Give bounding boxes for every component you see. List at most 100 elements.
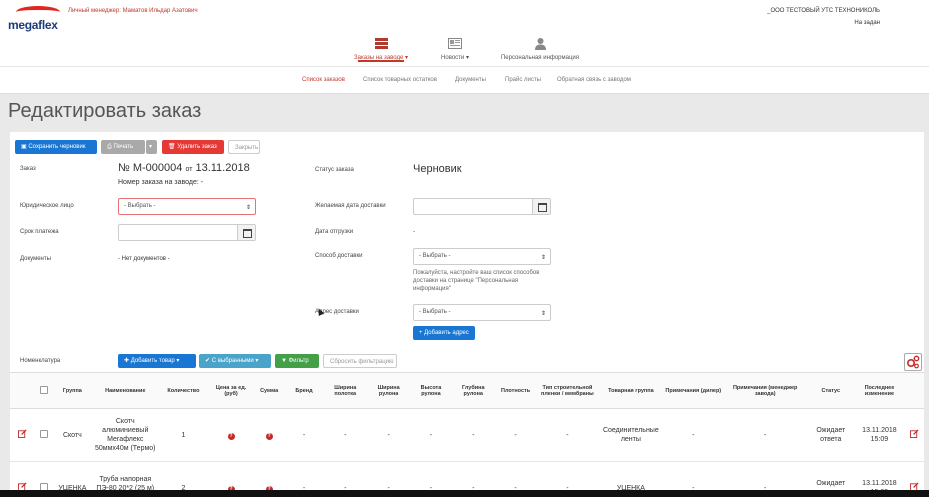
payment-term-label: Срок платежа <box>20 229 59 235</box>
select-arrows-icon: ⇕ <box>245 205 251 211</box>
user-icon <box>534 38 546 50</box>
add-item-button[interactable]: ✚ Добавить товар ▾ <box>118 354 196 368</box>
cell-membrane-type: - <box>536 408 599 462</box>
table-row: Скотч Скотч алюминиевый Мегафлекс 50ммх4… <box>10 408 924 462</box>
col-membrane-type[interactable]: Тип строительной пленки / мембраны <box>536 372 599 409</box>
chevron-down-icon: ▾ <box>149 144 153 150</box>
sub-navigation: Список заказов Список товарных остатков … <box>0 66 929 94</box>
megaflex-logo[interactable]: megaflex <box>8 6 62 36</box>
subnav-stock-list[interactable]: Список товарных остатков <box>363 77 437 83</box>
cell-group: Скотч <box>52 408 93 462</box>
reset-filter-button[interactable]: Сбросить фильтрацию <box>323 354 397 368</box>
order-label: Заказ <box>20 166 36 172</box>
delivery-method-hint: Пожалуйста, настройте ваш список способо… <box>413 270 540 292</box>
order-status-value: Черновик <box>413 163 462 175</box>
cell-width-roll: - <box>367 408 410 462</box>
cell-name: Скотч алюминиевый Мегафлекс 50ммх40м (Те… <box>92 408 159 462</box>
delivery-date-label: Желаемая дата доставки <box>315 203 386 209</box>
legal-entity-select[interactable]: - Выбрать - ⇕ <box>118 198 256 215</box>
cell-qty[interactable]: 1 <box>158 408 209 462</box>
save-draft-button[interactable]: ▣ Сохранить черновик <box>15 140 97 154</box>
select-arrows-icon: ⇕ <box>540 311 546 317</box>
col-density[interactable]: Плотность <box>494 372 537 409</box>
col-name[interactable]: Наименование <box>92 372 159 409</box>
nomenclature-label: Номенклатура <box>20 358 61 364</box>
question-icon: ? <box>265 432 273 440</box>
personal-manager-link[interactable]: Личный менеджер: Маматов Ильдар Азатович <box>68 8 198 14</box>
print-dropdown-button[interactable]: ▾ <box>146 140 157 154</box>
nav-orders[interactable]: Заказы на заводе ▾ <box>352 38 410 62</box>
col-brand[interactable]: Бренд <box>284 372 324 409</box>
order-edit-panel: ▣ Сохранить черновик ⎙ Печать ▾ 🗑 Удалит… <box>10 132 924 497</box>
cell-width-sheet: - <box>323 408 368 462</box>
col-last-changed[interactable]: Последнее изменение <box>854 372 905 409</box>
nav-orders-label: Заказы на заводе <box>354 55 404 61</box>
col-qty[interactable]: Количество <box>158 372 209 409</box>
cell-height-roll: - <box>409 408 453 462</box>
cell-last-changed: 13.11.2018 15:09 <box>854 408 905 462</box>
plus-icon: ✚ <box>124 358 131 364</box>
shipment-date-label: Дата отгрузки <box>315 229 354 235</box>
company-name[interactable]: _ООО ТЕСТОВЫЙ УТС ТЕХНОНИКОЛЬ <box>767 8 880 14</box>
col-notes-manager[interactable]: Примечания (менеджер завода) <box>722 372 808 409</box>
documents-value: - Нет документов - <box>118 256 170 262</box>
subnav-feedback[interactable]: Обратная связь с заводом <box>557 77 631 83</box>
row-checkbox[interactable] <box>39 429 48 438</box>
column-settings-button[interactable] <box>904 353 922 371</box>
col-product-group[interactable]: Товарная группа <box>598 372 664 409</box>
calendar-icon[interactable] <box>237 225 255 240</box>
nav-profile[interactable]: Персональная информация <box>495 38 585 61</box>
nav-news[interactable]: Новости ▾ <box>425 38 485 61</box>
delete-order-button[interactable]: 🗑 Удалить заказ <box>162 140 224 154</box>
list-icon <box>374 38 388 49</box>
order-date: 13.11.2018 <box>195 162 250 174</box>
col-price[interactable]: Цена за ед. (руб) <box>208 372 254 409</box>
payment-term-input[interactable] <box>118 224 256 241</box>
subnav-orders-list[interactable]: Список заказов <box>302 77 345 83</box>
col-select <box>35 372 53 409</box>
with-selected-button[interactable]: ✔ С выбранными ▾ <box>199 354 271 368</box>
order-items-table: Группа Наименование Количество Цена за е… <box>10 372 924 497</box>
col-actions <box>904 372 924 409</box>
nav-news-label: Новости <box>441 55 465 61</box>
col-height-roll[interactable]: Высота рулона <box>409 372 453 409</box>
subnav-documents[interactable]: Документы <box>455 77 486 83</box>
col-group[interactable]: Группа <box>52 372 93 409</box>
table-header-row: Группа Наименование Количество Цена за е… <box>10 372 924 409</box>
col-sum[interactable]: Сумма <box>253 372 285 409</box>
edit-icon[interactable] <box>18 429 27 438</box>
col-notes-dealer[interactable]: Примечания (дилер) <box>663 372 723 409</box>
top-header: megaflex Личный менеджер: Маматов Ильдар… <box>0 0 929 66</box>
filter-button[interactable]: ▼ Фильтр <box>275 354 319 368</box>
shipment-date-value: - <box>413 229 415 235</box>
delivery-address-select[interactable]: - Выбрать - ⇕ <box>413 304 551 321</box>
cell-density: - <box>494 408 537 462</box>
delivery-date-input[interactable] <box>413 198 551 215</box>
order-from: от <box>185 166 193 173</box>
print-button[interactable]: ⎙ Печать <box>101 140 145 154</box>
add-address-button[interactable]: + Добавить адрес <box>413 326 475 340</box>
cell-product-group: Соединительные ленты <box>598 408 664 462</box>
col-status[interactable]: Статус <box>807 372 855 409</box>
gears-icon <box>906 355 920 369</box>
subnav-price-lists[interactable]: Прайс листы <box>505 77 541 83</box>
cell-brand: - <box>284 408 324 462</box>
col-width-roll[interactable]: Ширина рулона <box>367 372 410 409</box>
close-button[interactable]: Закрыть <box>228 140 260 154</box>
check-icon: ✔ <box>205 358 212 364</box>
chevron-down-icon: ▾ <box>404 55 408 61</box>
col-width-sheet[interactable]: Ширина полотка <box>323 372 368 409</box>
cell-depth-roll: - <box>452 408 495 462</box>
calendar-icon[interactable] <box>532 199 550 214</box>
col-edit <box>10 372 36 409</box>
delivery-method-select[interactable]: - Выбрать - ⇕ <box>413 248 551 265</box>
edit-icon[interactable] <box>909 429 919 438</box>
chevron-down-icon: ▾ <box>174 358 180 364</box>
question-icon: ? <box>227 432 235 440</box>
col-depth-roll[interactable]: Глубина рулона <box>452 372 495 409</box>
newspaper-icon <box>448 38 462 49</box>
select-all-checkbox[interactable] <box>39 385 48 394</box>
cell-notes-manager: - <box>722 408 808 462</box>
logo-text: megaflex <box>8 18 58 32</box>
chevron-down-icon: ▾ <box>253 358 259 364</box>
